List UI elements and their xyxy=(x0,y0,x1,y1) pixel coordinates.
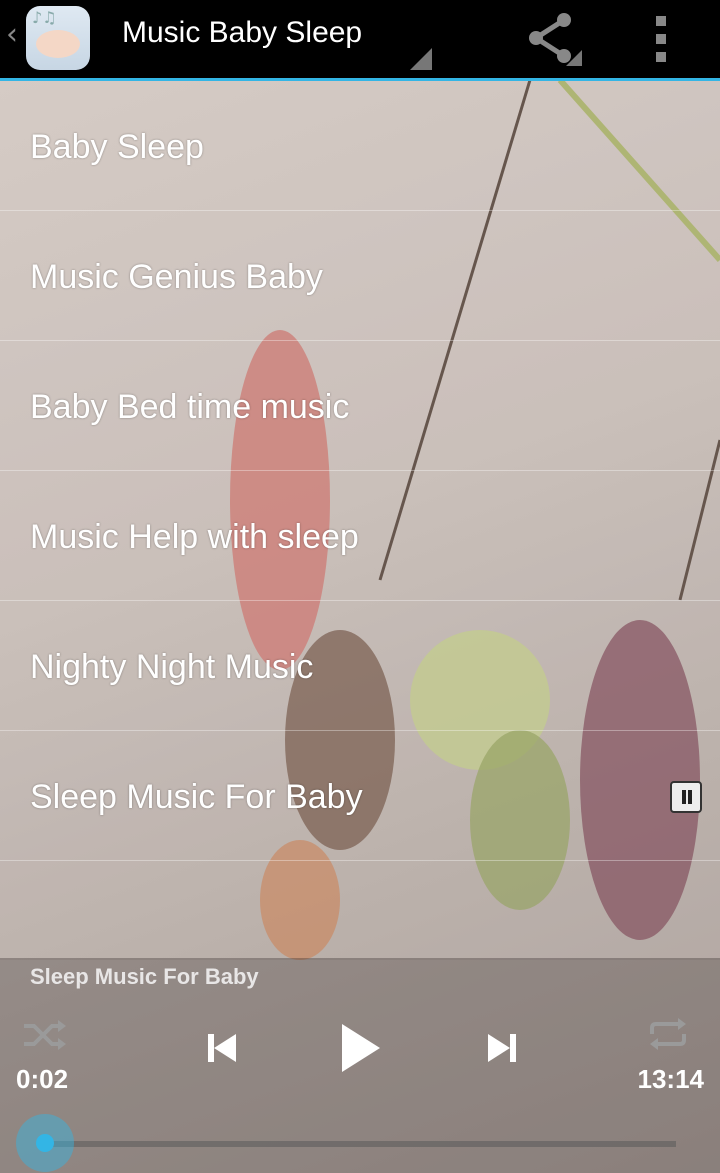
pause-icon[interactable] xyxy=(670,781,702,813)
share-dropdown-indicator-icon xyxy=(566,50,582,66)
list-item-label: Music Genius Baby xyxy=(30,258,323,296)
baby-icon xyxy=(36,30,80,58)
list-item-label: Nighty Night Music xyxy=(30,648,314,686)
list-item[interactable]: Music Genius Baby xyxy=(0,211,720,341)
repeat-icon[interactable] xyxy=(646,1016,690,1052)
list-item[interactable]: Baby Sleep xyxy=(0,81,720,211)
dropdown-indicator-icon[interactable] xyxy=(410,48,432,70)
next-icon[interactable] xyxy=(482,1028,522,1068)
play-icon[interactable] xyxy=(338,1022,382,1074)
music-notes-icon: ♪♫ xyxy=(32,8,57,27)
list-item-label: Music Help with sleep xyxy=(30,518,359,556)
now-playing-title: Sleep Music For Baby xyxy=(30,964,259,989)
list-item-label: Baby Bed time music xyxy=(30,388,350,426)
seek-thumb[interactable] xyxy=(16,1114,74,1172)
list-item-label: Sleep Music For Baby xyxy=(30,778,363,816)
track-list: Baby Sleep Music Genius Baby Baby Bed ti… xyxy=(0,81,720,861)
list-item[interactable]: Baby Bed time music xyxy=(0,341,720,471)
action-bar: ‹ ♪♫ Music Baby Sleep xyxy=(0,0,720,81)
app-title: Music Baby Sleep xyxy=(122,16,363,49)
shuffle-icon[interactable] xyxy=(22,1018,66,1052)
list-item-label: Baby Sleep xyxy=(30,128,204,166)
player-bar: Sleep Music For Baby 0:02 13:14 xyxy=(0,958,720,1173)
total-time: 13:14 xyxy=(637,1064,705,1094)
previous-icon[interactable] xyxy=(202,1028,242,1068)
up-caret-icon[interactable]: ‹ xyxy=(6,20,18,50)
app-icon[interactable]: ♪♫ xyxy=(26,6,90,70)
overflow-menu-icon[interactable] xyxy=(646,12,676,62)
list-item[interactable]: Music Help with sleep xyxy=(0,471,720,601)
list-item[interactable]: Nighty Night Music xyxy=(0,601,720,731)
list-item-playing[interactable]: Sleep Music For Baby xyxy=(0,731,720,861)
seek-bar[interactable] xyxy=(44,1141,676,1147)
current-time: 0:02 xyxy=(16,1064,69,1094)
